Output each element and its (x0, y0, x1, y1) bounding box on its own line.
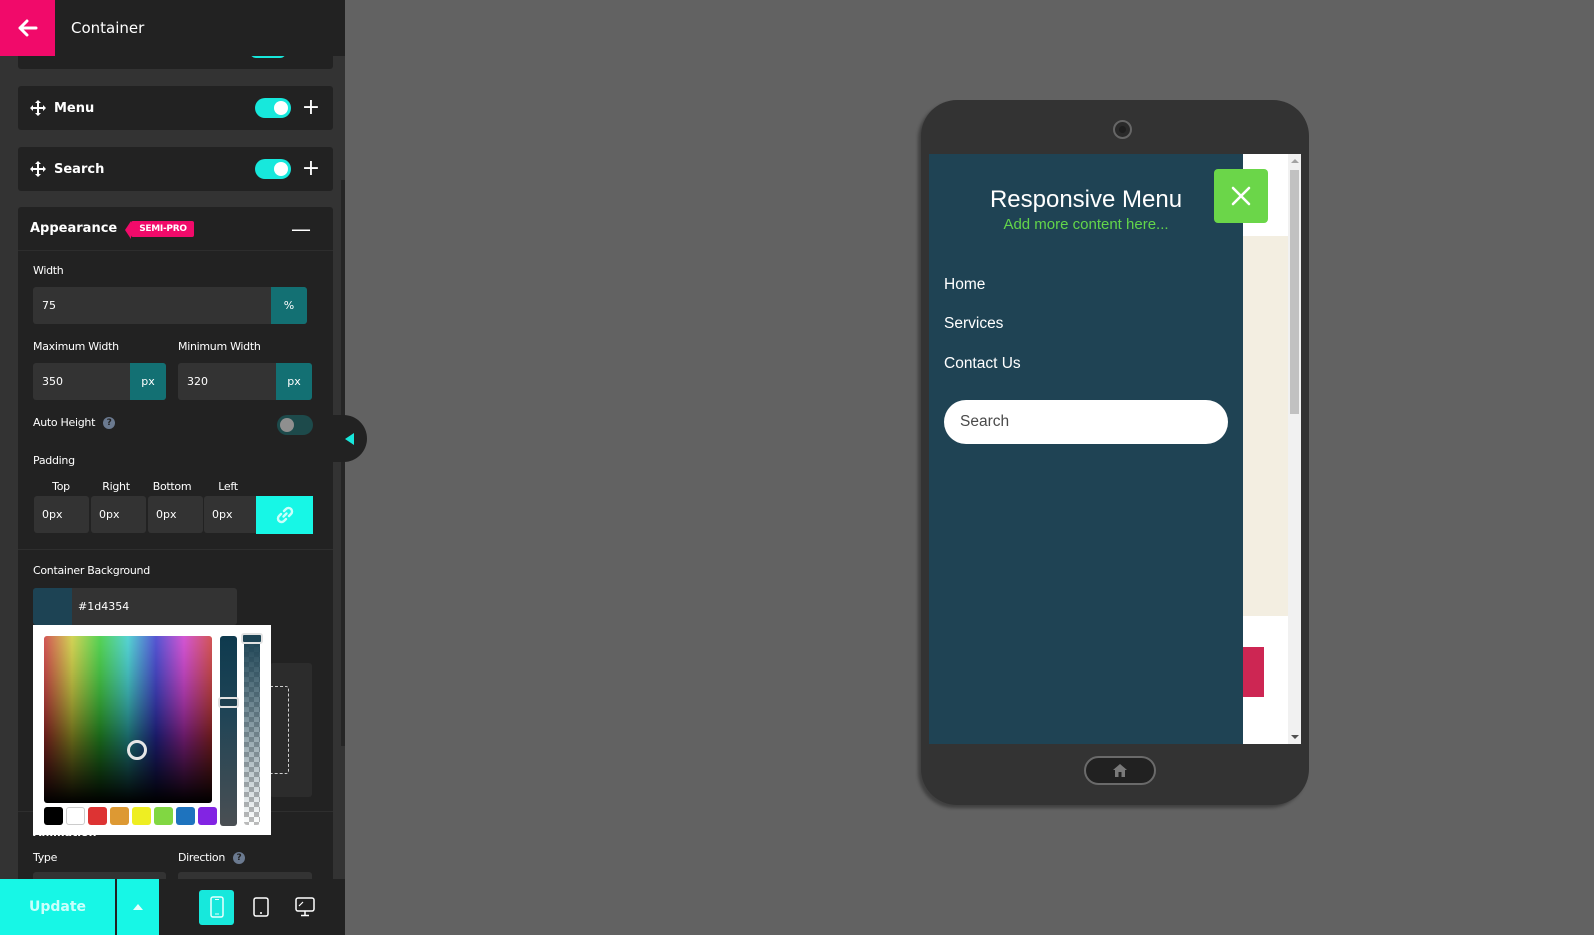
min-width-unit-selector[interactable]: px (276, 363, 312, 400)
panel-appearance-label: Appearance (30, 221, 118, 236)
color-swatches (44, 807, 217, 825)
camera-icon (1113, 120, 1132, 139)
max-width-label: Maximum Width (33, 340, 119, 353)
color-swatch[interactable] (154, 807, 173, 825)
panel-menu: Menu + (18, 86, 333, 130)
width-unit-selector[interactable]: % (271, 287, 307, 324)
color-picker (33, 625, 271, 835)
collapse-sidebar-button[interactable] (332, 415, 367, 462)
menu-title: Responsive Menu (989, 186, 1183, 213)
close-icon (1231, 186, 1251, 206)
arrow-left-icon (18, 19, 37, 37)
link-padding-button[interactable] (256, 496, 313, 534)
direction-label: Direction? (178, 851, 245, 864)
padding-label: Padding (33, 454, 75, 467)
device-tablet-button[interactable] (243, 890, 278, 925)
hue-slider-handle[interactable] (218, 697, 239, 708)
site-content-block (1242, 236, 1288, 616)
link-icon (276, 506, 293, 524)
panel-menu-label: Menu (54, 100, 95, 116)
padding-top-label: Top (52, 480, 70, 493)
image-dropzone (270, 686, 289, 774)
help-icon[interactable]: ? (233, 852, 245, 864)
container-background-input[interactable]: #1d4354 (33, 588, 237, 625)
color-swatch[interactable] (88, 807, 107, 825)
padding-right-input[interactable]: 0px (91, 496, 146, 533)
menu-item-home[interactable]: Home (944, 276, 985, 294)
menu-search-input[interactable] (944, 400, 1228, 444)
menu-subtitle: Add more content here... (1003, 216, 1169, 233)
scroll-up-icon[interactable] (1291, 159, 1299, 163)
width-input[interactable]: 75 % (33, 287, 307, 324)
move-icon[interactable] (30, 100, 46, 116)
color-swatch[interactable] (44, 807, 63, 825)
saturation-handle[interactable] (127, 740, 147, 760)
collapse-appearance-button[interactable]: — (291, 217, 311, 241)
min-width-label: Minimum Width (178, 340, 261, 353)
page-title: Container (71, 19, 145, 37)
padding-top-input[interactable]: 0px (34, 496, 89, 533)
saturation-area[interactable] (44, 636, 212, 803)
scroll-down-icon[interactable] (1291, 735, 1299, 739)
sidebar-scrollbar[interactable] (341, 180, 345, 746)
bottom-toolbar: Update (0, 879, 345, 935)
padding-left-input[interactable]: 0px (204, 496, 259, 533)
width-label: Width (33, 264, 64, 277)
desktop-icon (294, 897, 315, 917)
color-swatch[interactable] (176, 807, 195, 825)
menu-item-contact-us[interactable]: Contact Us (944, 355, 1021, 373)
preview-scroll-thumb[interactable] (1290, 170, 1299, 414)
mobile-preview-frame: Responsive Menu Add more content here...… (921, 100, 1309, 805)
caret-up-icon (133, 904, 143, 910)
home-icon (1113, 764, 1127, 777)
preview-scrollbar[interactable] (1288, 154, 1301, 744)
color-swatch[interactable] (66, 807, 85, 825)
update-options-button[interactable] (117, 879, 159, 935)
min-width-input[interactable]: 320 px (178, 363, 312, 400)
device-desktop-button[interactable] (287, 890, 322, 925)
update-button[interactable]: Update (0, 879, 115, 935)
auto-height-label: Auto Height? (33, 416, 116, 429)
help-icon[interactable]: ? (103, 417, 116, 429)
site-button (1242, 647, 1264, 697)
expand-search-button[interactable]: + (301, 158, 321, 180)
max-width-unit-selector[interactable]: px (130, 363, 166, 400)
auto-height-toggle[interactable] (277, 415, 313, 435)
move-icon[interactable] (30, 161, 46, 177)
mobile-icon (209, 896, 224, 918)
expand-menu-button[interactable]: + (301, 97, 321, 119)
caret-left-icon (345, 432, 354, 445)
padding-right-label: Right (102, 480, 130, 493)
phone-home-button[interactable] (1084, 756, 1156, 785)
type-label: Type (33, 851, 58, 864)
device-mobile-button[interactable] (199, 889, 234, 925)
alpha-slider[interactable] (244, 637, 260, 825)
color-preview-swatch[interactable] (33, 588, 72, 625)
close-menu-button[interactable] (1214, 169, 1268, 223)
color-swatch[interactable] (132, 807, 151, 825)
color-swatch[interactable] (198, 807, 217, 825)
semi-pro-badge: SEMI-PRO (125, 220, 194, 239)
search-toggle[interactable] (255, 159, 291, 179)
menu-toggle[interactable] (255, 98, 291, 118)
preview-screen: Responsive Menu Add more content here...… (929, 154, 1301, 744)
tablet-icon (252, 897, 269, 917)
panel-search: Search + (18, 147, 333, 191)
responsive-menu-panel: Responsive Menu Add more content here...… (929, 154, 1243, 744)
menu-item-services[interactable]: Services (944, 315, 1003, 333)
padding-bottom-label: Bottom (152, 480, 192, 493)
settings-sidebar: Container Menu + Search + Appearance SEM… (0, 0, 345, 935)
padding-left-label: Left (218, 480, 238, 493)
color-swatch[interactable] (110, 807, 129, 825)
max-width-input[interactable]: 350 px (33, 363, 166, 400)
panel-search-label: Search (54, 161, 105, 177)
sidebar-header: Container (0, 0, 345, 56)
hue-slider[interactable] (220, 636, 237, 826)
padding-bottom-input[interactable]: 0px (148, 496, 203, 533)
divider (18, 549, 333, 550)
alpha-slider-handle[interactable] (241, 633, 263, 644)
back-button[interactable] (0, 0, 55, 56)
container-background-label: Container Background (33, 564, 150, 577)
